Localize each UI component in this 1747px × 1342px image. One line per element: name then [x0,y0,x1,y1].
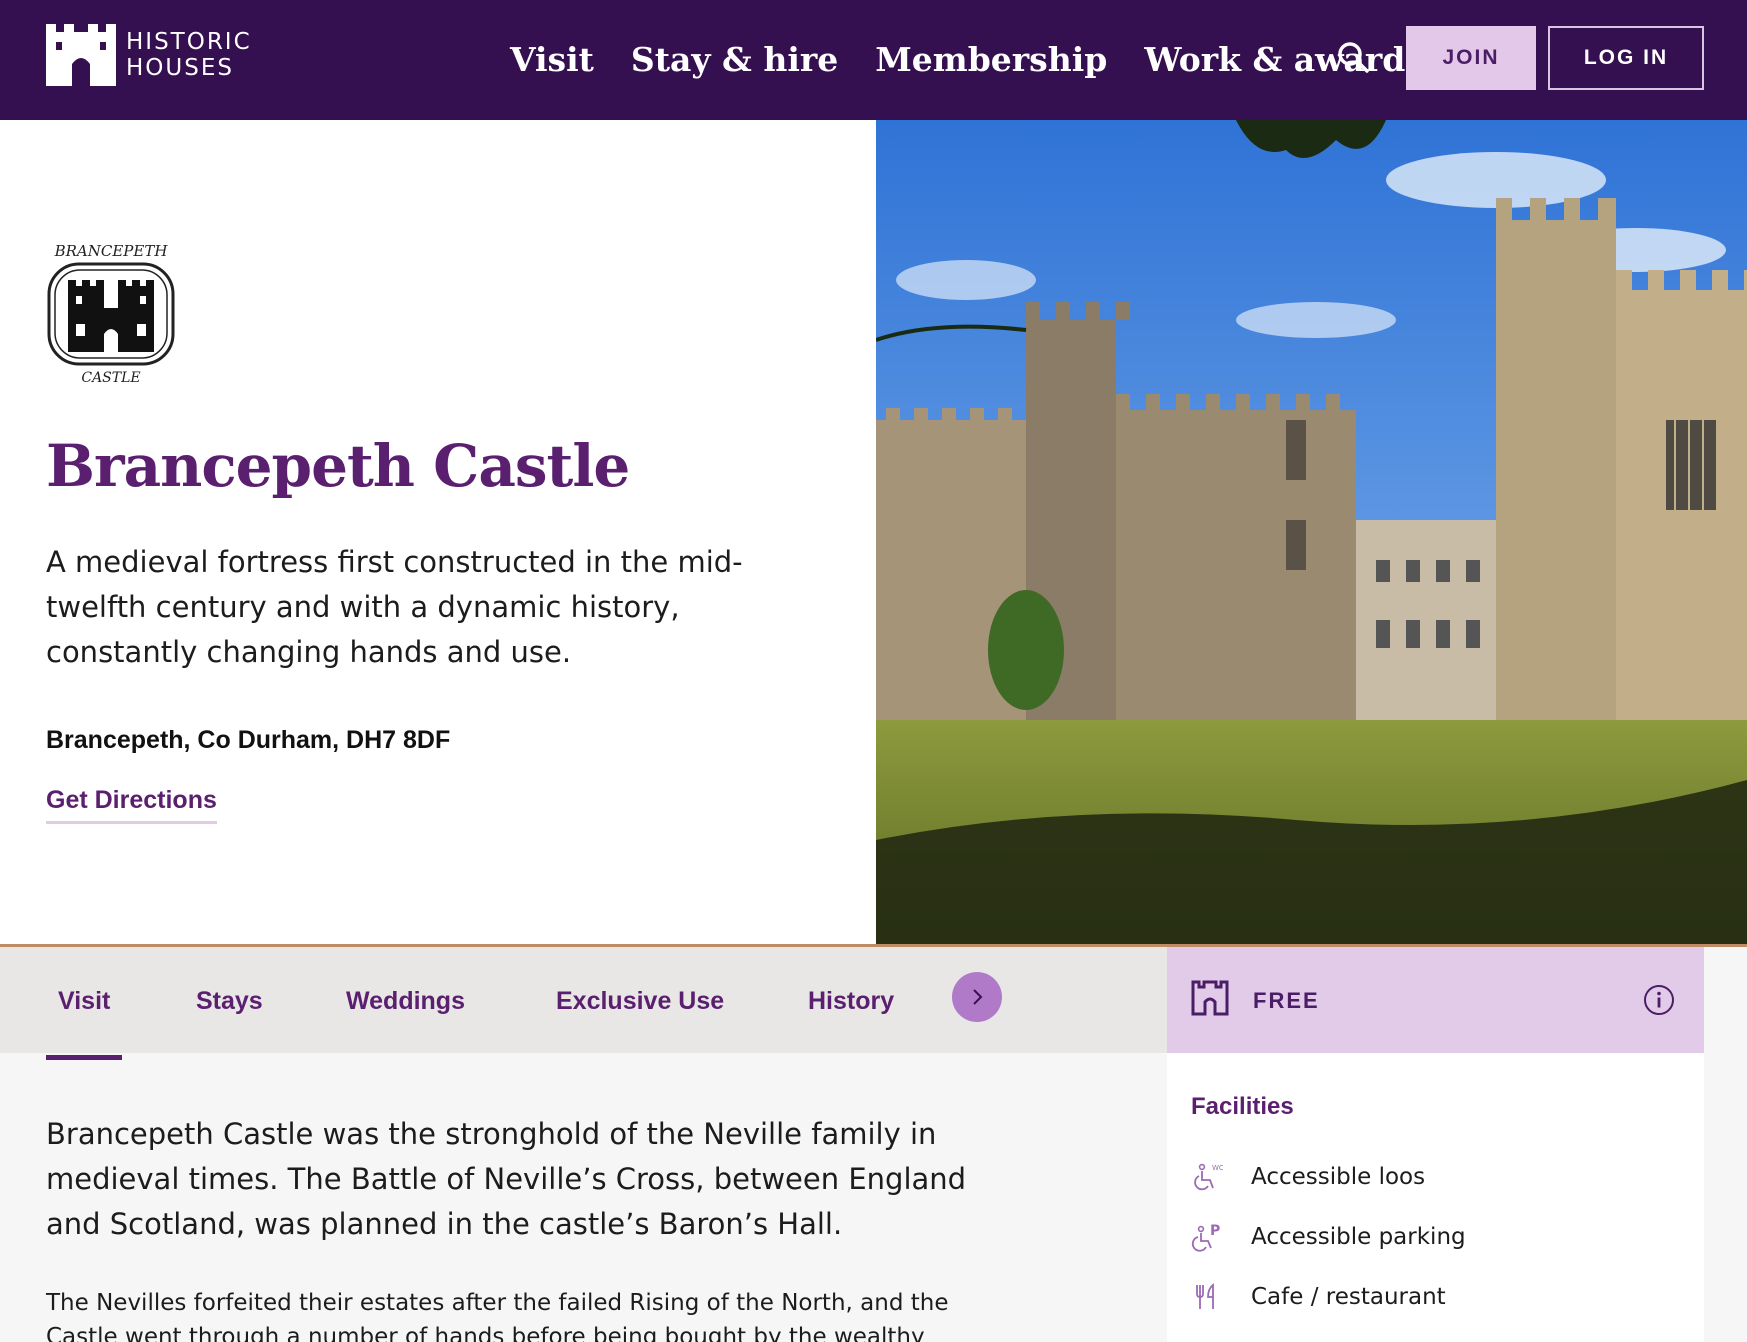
facility-label: Cafe / restaurant [1251,1284,1446,1310]
admission-free-label: FREE [1253,988,1320,1013]
section-tabs: Visit Stays Weddings Exclusive Use Histo… [0,947,1167,1060]
info-icon[interactable] [1643,984,1675,1016]
castle-logo-icon [46,24,116,86]
crest-top-text: BRANCEPETH [54,242,169,260]
logo-line-historic: HISTORIC [126,29,252,55]
site-header: HISTORIC HOUSES Visit Stay & hire Member… [0,0,1747,120]
logo-wordmark: HISTORIC HOUSES [126,29,252,81]
hero-intro-text: A medieval fortress first constructed in… [46,545,743,669]
facility-label: Accessible loos [1251,1164,1426,1190]
facility-accessible-loos: WC Accessible loos [1191,1161,1425,1193]
castle-photo-illustration [876,120,1747,946]
facilities-panel: Facilities WC Accessible loos P Accessib… [1167,1053,1704,1342]
join-button[interactable]: JOIN [1406,26,1536,90]
facilities-title: Facilities [1191,1093,1294,1120]
page-title: Brancepeth Castle [46,432,630,500]
tab-exclusive-use[interactable]: Exclusive Use [556,987,724,1016]
castle-icon [1191,980,1229,1016]
tab-history[interactable]: History [808,987,894,1016]
search-icon[interactable] [1336,40,1370,74]
admission-panel: FREE [1167,947,1704,1053]
tab-weddings[interactable]: Weddings [346,987,465,1016]
nav-membership[interactable]: Membership [875,40,1107,79]
accessible-toilet-icon: WC [1194,1163,1223,1191]
history-paragraph: The Nevilles forfeited their estates aft… [46,1290,949,1342]
svg-text:P: P [1210,1223,1220,1239]
historic-houses-logo[interactable]: HISTORIC HOUSES [46,24,252,86]
tab-visit[interactable]: Visit [45,987,123,1060]
facility-accessible-parking: P Accessible parking [1191,1221,1466,1253]
facility-cafe: Cafe / restaurant [1191,1281,1446,1313]
nav-stay-hire[interactable]: Stay & hire [631,40,838,79]
history-lead-paragraph: Brancepeth Castle was the stronghold of … [46,1117,967,1241]
main-nav: Visit Stay & hire Membership Work & awar… [510,40,1461,79]
crest-bottom-text: CASTLE [81,370,140,386]
logo-line-houses: HOUSES [126,55,234,81]
castle-hero-photo [876,120,1747,946]
get-directions-link[interactable]: Get Directions [46,786,217,824]
facility-label: Accessible parking [1251,1224,1466,1250]
tab-stays[interactable]: Stays [196,987,263,1016]
tabs-next-button[interactable] [952,972,1002,1022]
property-address: Brancepeth, Co Durham, DH7 8DF [46,726,451,754]
login-button[interactable]: LOG IN [1548,26,1704,90]
chevron-right-icon [973,989,983,1005]
brancepeth-crest-logo: BRANCEPETH CASTLE [47,242,175,386]
nav-visit[interactable]: Visit [510,40,594,79]
nav-work-awards[interactable]: Work & awards [1144,40,1424,79]
svg-text:WC: WC [1212,1164,1223,1172]
cutlery-icon [1196,1283,1214,1309]
accessible-parking-icon: P [1191,1223,1220,1252]
